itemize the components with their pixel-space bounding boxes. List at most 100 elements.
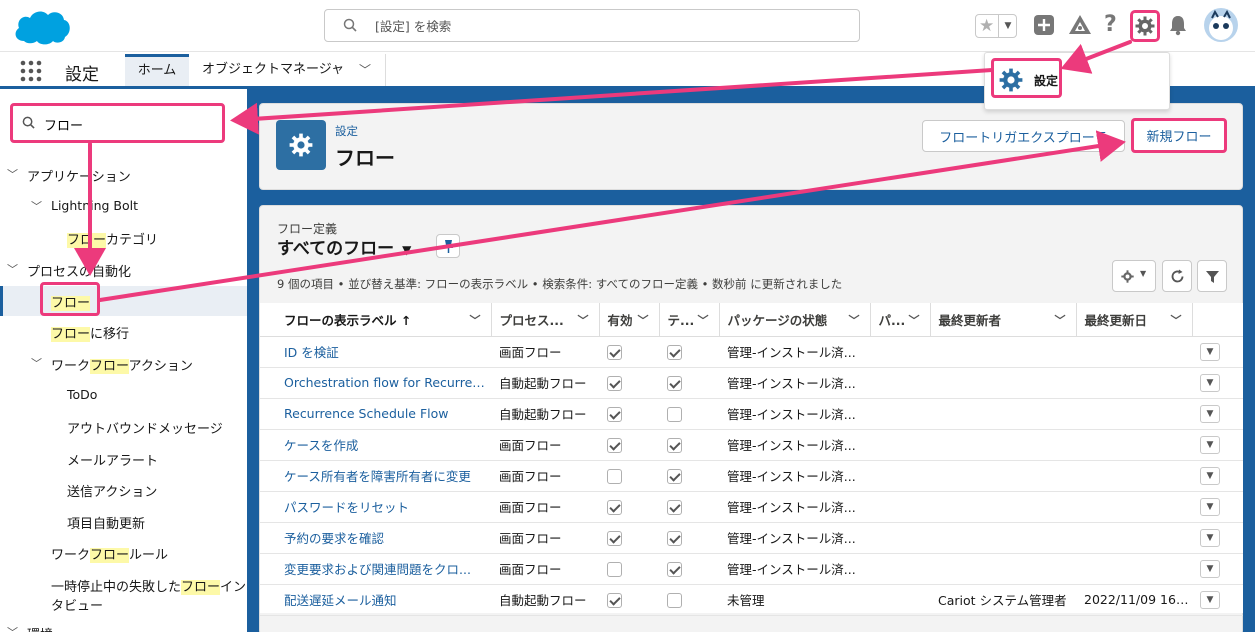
- flow-label-link[interactable]: ケース所有者を障害所有者に変更: [260, 460, 491, 492]
- caret-down-icon[interactable]: ▼: [1140, 269, 1146, 278]
- sidebar-item-label: 一時停止中の失敗した: [51, 580, 182, 595]
- favorites-button-group[interactable]: ★ ▼: [975, 14, 1017, 38]
- flow-label-link[interactable]: ケースを作成: [260, 429, 491, 461]
- template-checkbox-cell: [659, 553, 719, 585]
- column-header[interactable]: フローの表示ラベル ↑ ﹀: [260, 303, 492, 337]
- chevron-down-icon[interactable]: ﹀: [849, 312, 860, 328]
- template-checkbox-cell: [659, 367, 719, 399]
- favorites-dropdown-icon[interactable]: ▼: [998, 15, 1017, 37]
- chevron-down-icon[interactable]: ﹀: [31, 355, 42, 371]
- plus-icon[interactable]: [1033, 14, 1055, 36]
- chevron-down-icon[interactable]: ﹀: [909, 312, 920, 328]
- chevron-down-icon[interactable]: ﹀: [470, 312, 481, 328]
- sidebar-item-process-automation[interactable]: ﹀ プロセスの自動化: [7, 261, 131, 280]
- setup-gear-button[interactable]: [1130, 10, 1160, 42]
- global-search-input[interactable]: [375, 16, 835, 36]
- flow-label-link[interactable]: ID を検証: [260, 336, 491, 368]
- refresh-button[interactable]: [1162, 260, 1192, 292]
- chevron-down-icon[interactable]: ﹀: [638, 312, 649, 328]
- row-actions-dropdown-icon[interactable]: ▼: [1200, 343, 1220, 361]
- sidebar-item-paused-flow-interviews-cont[interactable]: タビュー: [51, 595, 103, 614]
- filter-icon[interactable]: [1205, 270, 1220, 284]
- column-header[interactable]: 有効 ﹀: [599, 303, 660, 337]
- row-actions-dropdown-icon[interactable]: ▼: [1200, 374, 1220, 392]
- sidebar-item-workflow-actions[interactable]: ﹀ ワークフローアクション: [31, 355, 193, 374]
- star-icon[interactable]: ★: [979, 16, 994, 36]
- filter-button[interactable]: [1197, 260, 1227, 292]
- help-icon[interactable]: ?: [1104, 12, 1117, 37]
- flow-label-link[interactable]: 変更要求および関連問題をクロ...: [260, 553, 491, 585]
- flow-table: フローの表示ラベル ↑ ﹀ プロセス... ﹀ 有効 ﹀ テ... ﹀ パッケージの状態 ﹀ パ..…: [260, 303, 1243, 616]
- quick-find-input[interactable]: [44, 114, 214, 134]
- sidebar-item-todo[interactable]: ToDo: [67, 387, 97, 402]
- sidebar-item-label: ワーク: [51, 548, 91, 563]
- sidebar-item-flow-category[interactable]: フローカテゴリ: [67, 229, 158, 248]
- chevron-down-icon[interactable]: ﹀: [7, 624, 18, 632]
- salesforce-cloud-logo[interactable]: [12, 7, 72, 47]
- chevron-down-icon[interactable]: ﹀: [698, 312, 709, 328]
- active-checkbox-cell: [599, 584, 659, 616]
- tab-object-manager[interactable]: オブジェクトマネージャ ﹀: [190, 54, 386, 86]
- sidebar-item-applications[interactable]: ﹀ アプリケーション: [7, 166, 131, 185]
- column-header[interactable]: テ... ﹀: [659, 303, 720, 337]
- row-actions-dropdown-icon[interactable]: ▼: [1200, 591, 1220, 609]
- tab-home[interactable]: ホーム: [125, 54, 189, 86]
- chevron-down-icon[interactable]: ﹀: [1171, 312, 1182, 328]
- sidebar-item-outbound-messages[interactable]: アウトバウンドメッセージ: [67, 418, 223, 437]
- row-actions-dropdown-icon[interactable]: ▼: [1200, 405, 1220, 423]
- sidebar-item-workflow-rules[interactable]: ワークフロールール: [51, 544, 168, 563]
- flow-process-type: 画面フロー: [491, 553, 599, 585]
- chevron-down-icon[interactable]: ﹀: [359, 54, 371, 86]
- pin-icon[interactable]: [443, 239, 454, 254]
- caret-down-icon[interactable]: ▼: [402, 243, 411, 257]
- new-flow-button[interactable]: 新規フロー: [1131, 118, 1227, 153]
- column-header[interactable]: パ... ﹀: [870, 303, 931, 337]
- column-header[interactable]: 最終更新者 ﹀: [930, 303, 1077, 337]
- sidebar-item-migrate-to-flow[interactable]: フローに移行: [51, 323, 129, 342]
- sidebar-item-email-alerts[interactable]: メールアラート: [67, 450, 158, 469]
- list-view-selector[interactable]: すべてのフロー ▼: [277, 234, 411, 259]
- flow-label-link[interactable]: パスワードをリセット: [260, 491, 491, 523]
- avatar[interactable]: [1204, 8, 1238, 42]
- gear-icon[interactable]: [1135, 16, 1155, 36]
- flow-label-link[interactable]: 予約の要求を確認: [260, 522, 491, 554]
- row-actions-dropdown-icon[interactable]: ▼: [1200, 560, 1220, 578]
- app-launcher-icon[interactable]: [20, 60, 42, 82]
- sidebar-item-paused-flow-interviews[interactable]: 一時停止中の失敗したフローイン: [51, 576, 246, 595]
- sidebar-item-lightning-bolt[interactable]: ﹀ Lightning Bolt: [31, 198, 138, 213]
- global-search-box[interactable]: [324, 9, 860, 42]
- gear-icon[interactable]: [1121, 270, 1134, 283]
- chevron-down-icon[interactable]: ﹀: [1055, 312, 1066, 328]
- row-actions-dropdown-icon[interactable]: ▼: [1200, 529, 1220, 547]
- column-header[interactable]: プロセス... ﹀: [491, 303, 600, 337]
- bell-icon[interactable]: [1168, 14, 1188, 36]
- template-checkbox: [667, 592, 682, 608]
- flow-label-link[interactable]: Orchestration flow for Recurrenc...: [260, 367, 491, 399]
- setup-menu-item-label: 設定: [1034, 74, 1059, 88]
- chevron-down-icon[interactable]: ﹀: [7, 166, 18, 182]
- package-cell: [870, 429, 930, 461]
- pin-button[interactable]: [436, 234, 460, 258]
- column-header[interactable]: パッケージの状態 ﹀: [719, 303, 871, 337]
- flow-trigger-explorer-button[interactable]: フロートリガエクスプローラ: [922, 120, 1125, 152]
- chevron-down-icon[interactable]: ﹀: [31, 198, 42, 214]
- sidebar-item-field-updates[interactable]: 項目自動更新: [67, 513, 145, 532]
- chevron-down-icon[interactable]: ﹀: [578, 312, 589, 328]
- sidebar-item-send-actions[interactable]: 送信アクション: [67, 481, 157, 500]
- quick-find-box[interactable]: [10, 103, 225, 143]
- row-actions-dropdown-icon[interactable]: ▼: [1200, 436, 1220, 454]
- chevron-down-icon[interactable]: ﹀: [7, 261, 18, 277]
- trailhead-icon[interactable]: [1068, 14, 1092, 36]
- breadcrumb[interactable]: 設定: [335, 123, 358, 139]
- column-header[interactable]: 最終更新日 ﹀: [1076, 303, 1193, 337]
- flow-label-link[interactable]: 配送遅延メール通知: [260, 584, 491, 616]
- setup-menu-item[interactable]: 設定: [991, 58, 1062, 98]
- template-checkbox: [667, 561, 682, 577]
- sidebar-item-environments[interactable]: ﹀ 環境: [7, 624, 53, 632]
- flow-process-type: 画面フロー: [491, 429, 599, 461]
- flow-label-link[interactable]: Recurrence Schedule Flow: [260, 398, 491, 430]
- row-actions-dropdown-icon[interactable]: ▼: [1200, 467, 1220, 485]
- list-settings-button[interactable]: ▼: [1112, 260, 1156, 292]
- refresh-icon[interactable]: [1170, 269, 1185, 284]
- row-actions-dropdown-icon[interactable]: ▼: [1200, 498, 1220, 516]
